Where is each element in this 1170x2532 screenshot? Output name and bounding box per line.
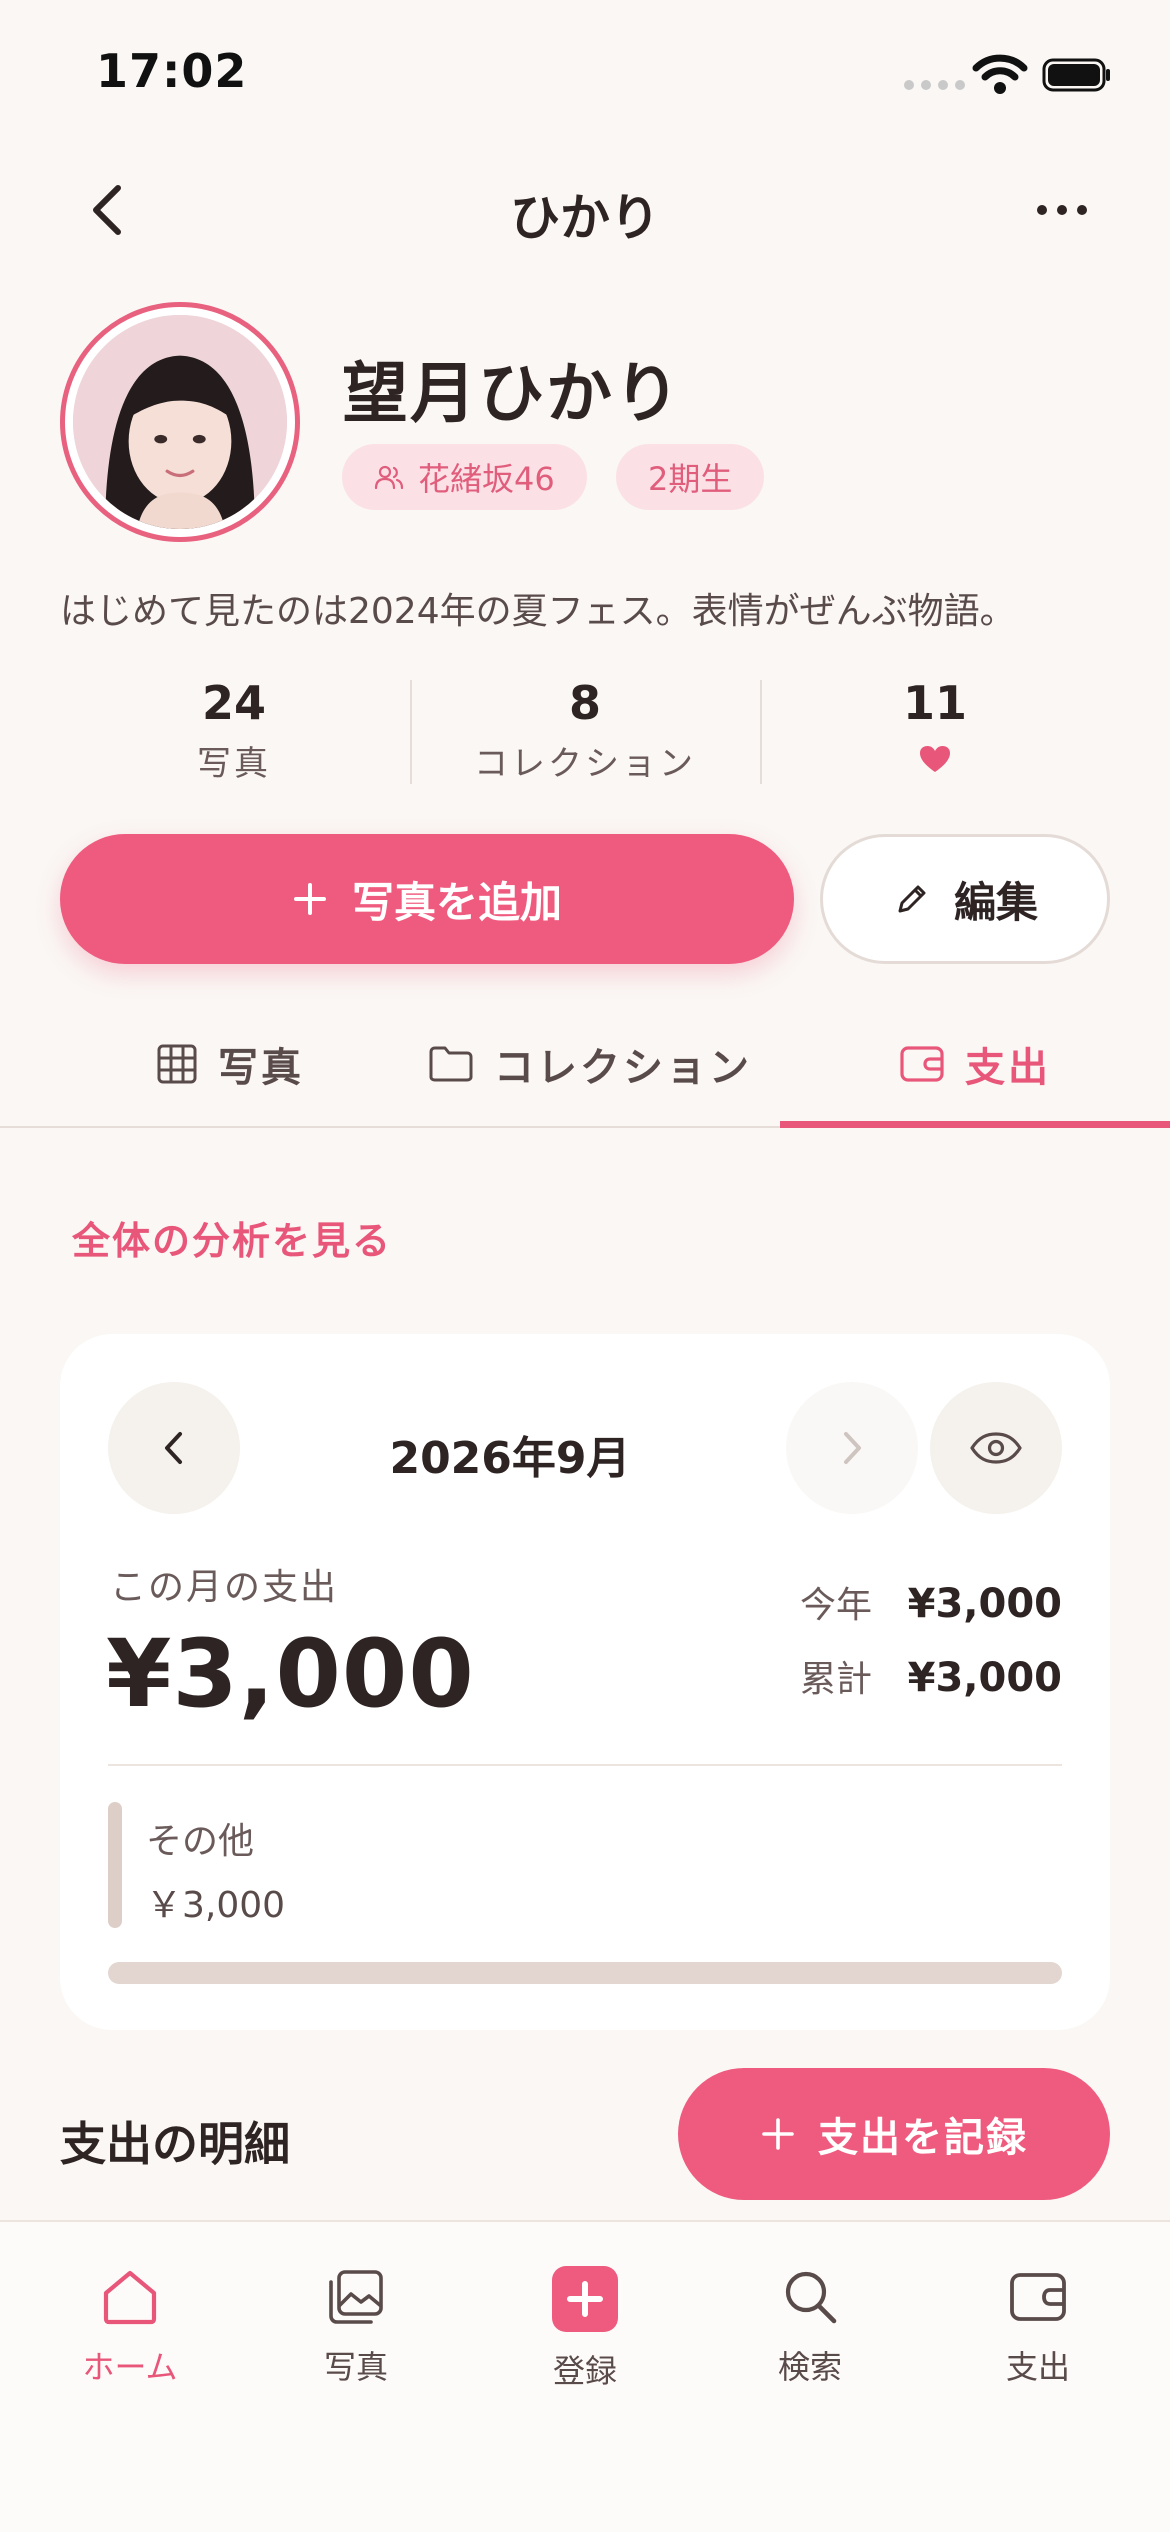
wallet-icon [1010, 2273, 1066, 2321]
tab-photos-label: 写真 [218, 1045, 304, 1091]
stat-favorites-count: 11 [902, 676, 967, 730]
next-month-button[interactable] [786, 1382, 918, 1514]
nav-expenses[interactable]: 支出 [938, 2266, 1138, 2388]
view-analysis-link[interactable]: 全体の分析を見る [72, 1210, 392, 1265]
cumulative-label: 累計 [800, 1659, 873, 1700]
home-icon [103, 2270, 157, 2325]
tab-photos[interactable]: 写真 [60, 1024, 400, 1104]
year-total: ¥3,000 [907, 1581, 1062, 1627]
month-spending-total: ¥3,000 [106, 1620, 475, 1729]
year-summary: 今年 ¥3,000 [800, 1576, 1062, 1628]
edit-label: 編集 [953, 877, 1038, 927]
stat-favorites[interactable]: 11 [761, 676, 1109, 783]
category-share-bar [108, 1962, 1062, 1984]
generation-tag-label: 2期生 [648, 460, 733, 498]
plus-icon [567, 2281, 603, 2317]
group-tag-label: 花緒坂46 [418, 460, 555, 498]
cumulative-total: ¥3,000 [907, 1655, 1062, 1701]
year-label: 今年 [800, 1585, 873, 1626]
folder-icon [429, 1046, 473, 1082]
add-photo-button[interactable]: 写真を追加 [60, 834, 794, 964]
eye-icon [970, 1432, 1022, 1464]
nav-register[interactable]: 登録 [485, 2266, 685, 2392]
group-tag[interactable]: 花緒坂46 [342, 444, 587, 510]
nav-photos-label: 写真 [323, 2348, 388, 2386]
nav-home-label: ホーム [82, 2348, 178, 2386]
tab-collections-label: コレクション [494, 1045, 752, 1091]
plus-icon [293, 883, 326, 915]
nav-register-label: 登録 [552, 2352, 617, 2390]
plus-icon [762, 2118, 794, 2150]
toggle-visibility-button[interactable] [930, 1382, 1062, 1514]
stat-collections-label: コレクション [474, 744, 696, 784]
edit-button[interactable]: 編集 [820, 834, 1110, 964]
details-title: 支出の明細 [60, 2117, 290, 2171]
tab-expenses[interactable]: 支出 [780, 1024, 1170, 1104]
record-expense-button[interactable]: 支出を記録 [678, 2068, 1110, 2200]
record-expense-label: 支出を記録 [818, 2115, 1028, 2161]
pencil-icon [898, 885, 926, 913]
wifi-icon [972, 54, 1028, 94]
status-time: 17:02 [96, 44, 248, 98]
category-color-bar [108, 1802, 122, 1928]
chevron-right-icon [844, 1432, 861, 1464]
search-icon [785, 2271, 837, 2324]
battery-icon [1042, 58, 1110, 92]
avatar [60, 302, 300, 542]
stat-photos-count: 24 [201, 676, 266, 730]
wallet-icon [900, 1046, 944, 1082]
nav-photos[interactable]: 写真 [256, 2266, 456, 2388]
grid-icon [157, 1044, 197, 1084]
profile-bio: はじめて見たのは2024年の夏フェス。表情がぜんぶ物語。 [60, 591, 1016, 632]
nav-search[interactable]: 検索 [710, 2266, 910, 2388]
app-root: 17:02 ひかり 望月ひかり 花緒坂46 2期生 はじめて見たのは2024年の… [0, 0, 1170, 2532]
cellular-signal-icon [904, 80, 965, 90]
people-icon [374, 465, 404, 490]
tab-active-indicator [780, 1121, 1170, 1128]
nav-search-label: 検索 [777, 2348, 842, 2386]
nav-home[interactable]: ホーム [30, 2266, 230, 2388]
stat-photos-label: 写真 [197, 744, 271, 784]
page-title: ひかり [510, 189, 660, 247]
cumulative-summary: 累計 ¥3,000 [800, 1650, 1062, 1702]
more-options-icon[interactable] [1030, 190, 1094, 230]
previous-month-button[interactable] [108, 1382, 240, 1514]
profile-name: 望月ひかり [342, 355, 682, 432]
heart-icon [920, 746, 950, 772]
category-amount: ￥3,000 [146, 1885, 286, 1926]
card-divider [108, 1764, 1062, 1766]
chevron-left-icon [165, 1432, 182, 1464]
generation-tag: 2期生 [616, 444, 765, 510]
add-photo-label: 写真を追加 [351, 877, 562, 927]
register-button [552, 2266, 618, 2332]
photos-icon [329, 2270, 383, 2324]
month-label: 2026年9月 [389, 1433, 631, 1484]
avatar-photo [73, 315, 287, 529]
stat-collections-count: 8 [568, 676, 601, 730]
tab-collections[interactable]: コレクション [400, 1024, 780, 1104]
stat-collections[interactable]: 8 コレクション [411, 676, 759, 785]
stat-photos[interactable]: 24 写真 [60, 676, 408, 785]
month-spending-label: この月の支出 [110, 1567, 339, 1608]
nav-expenses-label: 支出 [1005, 2348, 1070, 2386]
tab-expenses-label: 支出 [965, 1045, 1051, 1091]
back-icon[interactable] [80, 180, 140, 240]
category-name: その他 [146, 1821, 255, 1862]
